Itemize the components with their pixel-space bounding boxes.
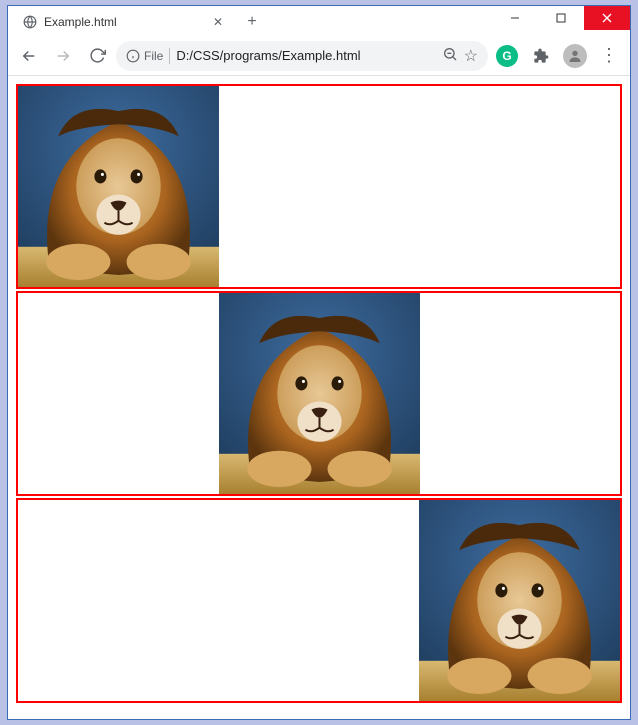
bookmark-icon[interactable]: ☆ — [464, 46, 478, 66]
address-bar[interactable]: File D:/CSS/programs/Example.html ☆ — [116, 41, 488, 71]
back-button[interactable] — [14, 41, 44, 71]
browser-window: Example.html ✕ + — [7, 5, 631, 720]
lion-image — [18, 86, 219, 287]
site-info-button[interactable]: File — [126, 49, 163, 63]
new-tab-button[interactable]: + — [238, 8, 266, 36]
window-controls — [492, 6, 630, 30]
demo-box-center — [16, 291, 622, 496]
reload-button[interactable] — [82, 41, 112, 71]
titlebar: Example.html ✕ + — [8, 6, 630, 36]
browser-toolbar: File D:/CSS/programs/Example.html ☆ G ⋮ — [8, 36, 630, 76]
extensions-button[interactable] — [526, 41, 556, 71]
demo-box-right — [16, 498, 622, 703]
file-label: File — [144, 49, 163, 63]
grammarly-icon: G — [496, 45, 518, 67]
extension-button[interactable]: G — [492, 41, 522, 71]
forward-button[interactable] — [48, 41, 78, 71]
profile-button[interactable] — [560, 41, 590, 71]
tab-title: Example.html — [44, 15, 204, 29]
avatar-icon — [563, 44, 587, 68]
menu-button[interactable]: ⋮ — [594, 41, 624, 71]
browser-tab[interactable]: Example.html ✕ — [14, 8, 234, 36]
demo-box-left — [16, 84, 622, 289]
separator — [169, 48, 170, 64]
tab-strip: Example.html ✕ + — [8, 6, 492, 36]
lion-image — [419, 500, 620, 701]
lion-image — [219, 293, 420, 494]
close-button[interactable] — [584, 6, 630, 30]
zoom-icon[interactable] — [442, 46, 458, 65]
maximize-button[interactable] — [538, 6, 584, 30]
url-text: D:/CSS/programs/Example.html — [176, 48, 435, 63]
tab-close-button[interactable]: ✕ — [210, 14, 226, 30]
page-content — [8, 76, 630, 719]
minimize-button[interactable] — [492, 6, 538, 30]
globe-icon — [22, 14, 38, 30]
